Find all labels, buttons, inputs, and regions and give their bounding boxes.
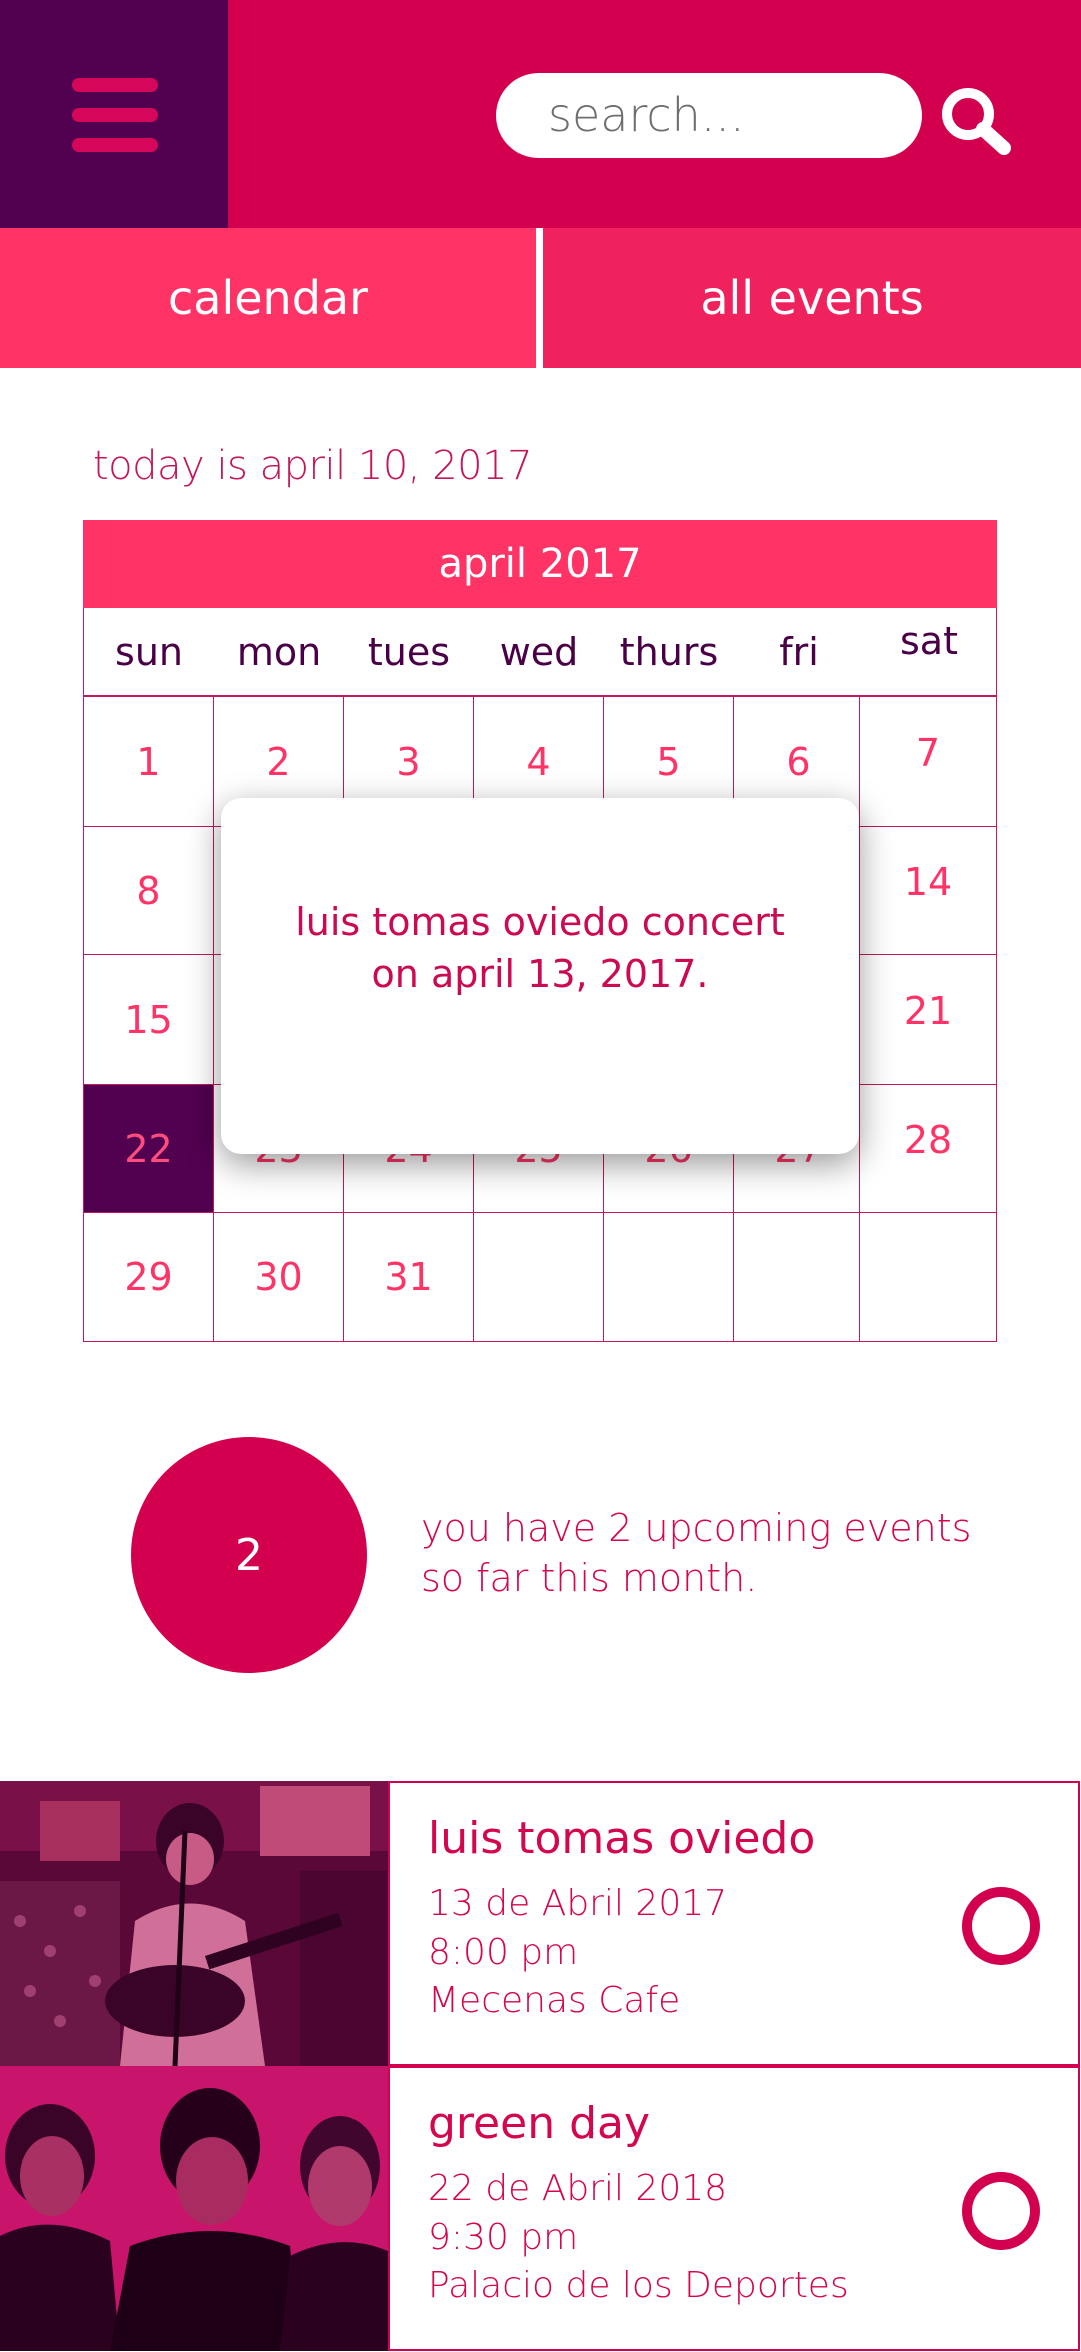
event-info: green day 22 de Abril 2018 9:30 pm Palac… — [388, 2066, 1080, 2351]
weekday-sun: sun — [115, 630, 183, 674]
calendar-empty-cell — [733, 1212, 864, 1342]
event-image-luis-tomas-oviedo — [0, 1781, 388, 2066]
upcoming-events-text: you have 2 upcoming events so far this m… — [421, 1503, 981, 1603]
event-image-green-day — [0, 2066, 388, 2351]
event-time: 9:30 pm — [428, 2217, 579, 2258]
event-popup[interactable]: luis tomas oviedo concert on april 13, 2… — [221, 798, 859, 1154]
hamburger-menu-icon-middle — [72, 108, 158, 122]
event-venue: Mecenas Cafe — [428, 1980, 681, 2021]
calendar-empty-cell — [859, 1212, 997, 1342]
upcoming-line-1: you have 2 upcoming events — [421, 1506, 972, 1550]
popup-message: luis tomas oviedo concert on april 13, 2… — [221, 896, 859, 1000]
calendar-day[interactable]: 15 — [83, 954, 214, 1085]
event-date: 22 de Abril 2018 — [428, 2168, 728, 2209]
search-box[interactable] — [496, 73, 922, 158]
today-label: today is april 10, 2017 — [93, 443, 533, 489]
event-time: 8:00 pm — [428, 1932, 579, 1973]
menu-button[interactable] — [0, 0, 228, 228]
upcoming-count-badge: 2 — [131, 1437, 367, 1673]
popup-line-2: on april 13, 2017. — [371, 952, 709, 996]
event-title: green day — [428, 2098, 650, 2149]
app-header — [0, 0, 1081, 228]
search-input[interactable] — [548, 85, 908, 145]
calendar-empty-cell — [603, 1212, 734, 1342]
event-venue: Palacio de los Deportes — [428, 2265, 849, 2306]
play-icon[interactable] — [962, 2172, 1040, 2250]
hamburger-menu-icon-bottom — [72, 138, 158, 152]
calendar-month-label: april 2017 — [83, 520, 997, 608]
calendar-day[interactable]: 21 — [859, 954, 997, 1085]
calendar-day[interactable]: 22 — [83, 1084, 214, 1213]
weekday-mon: mon — [236, 630, 322, 674]
calendar-day[interactable]: 29 — [83, 1212, 214, 1342]
weekday-thurs: thurs — [619, 630, 719, 674]
search-icon[interactable] — [936, 82, 1016, 162]
calendar-day[interactable]: 8 — [83, 826, 214, 955]
calendar-day[interactable]: 30 — [213, 1212, 344, 1342]
event-card[interactable]: luis tomas oviedo 13 de Abril 2017 8:00 … — [0, 1781, 1081, 2066]
upcoming-line-2: so far this month. — [421, 1556, 758, 1600]
weekday-fri: fri — [779, 630, 819, 674]
play-icon[interactable] — [962, 1887, 1040, 1965]
weekday-tues: tues — [367, 630, 451, 674]
event-date: 13 de Abril 2017 — [428, 1883, 728, 1924]
calendar-empty-cell — [473, 1212, 604, 1342]
event-info: luis tomas oviedo 13 de Abril 2017 8:00 … — [388, 1781, 1080, 2066]
tab-all-events[interactable]: all events — [543, 228, 1081, 368]
calendar-day[interactable]: 7 — [859, 696, 997, 827]
calendar-day[interactable]: 1 — [83, 696, 214, 827]
weekday-wed: wed — [499, 630, 579, 674]
hamburger-menu-icon-top — [72, 78, 158, 92]
tab-bar: calendar all events — [0, 228, 1081, 368]
calendar-day[interactable]: 31 — [343, 1212, 474, 1342]
weekday-row: sun mon tues wed thurs fri sat — [83, 608, 997, 696]
play-triangle — [991, 2194, 1019, 2228]
event-card[interactable]: green day 22 de Abril 2018 9:30 pm Palac… — [0, 2066, 1081, 2351]
tab-calendar[interactable]: calendar — [0, 228, 536, 368]
play-triangle — [991, 1909, 1019, 1943]
calendar-day[interactable]: 28 — [859, 1084, 997, 1213]
popup-line-1: luis tomas oviedo concert — [295, 900, 785, 944]
calendar-day[interactable]: 14 — [859, 826, 997, 955]
weekday-sat: sat — [900, 619, 958, 663]
event-title: luis tomas oviedo — [428, 1813, 816, 1864]
